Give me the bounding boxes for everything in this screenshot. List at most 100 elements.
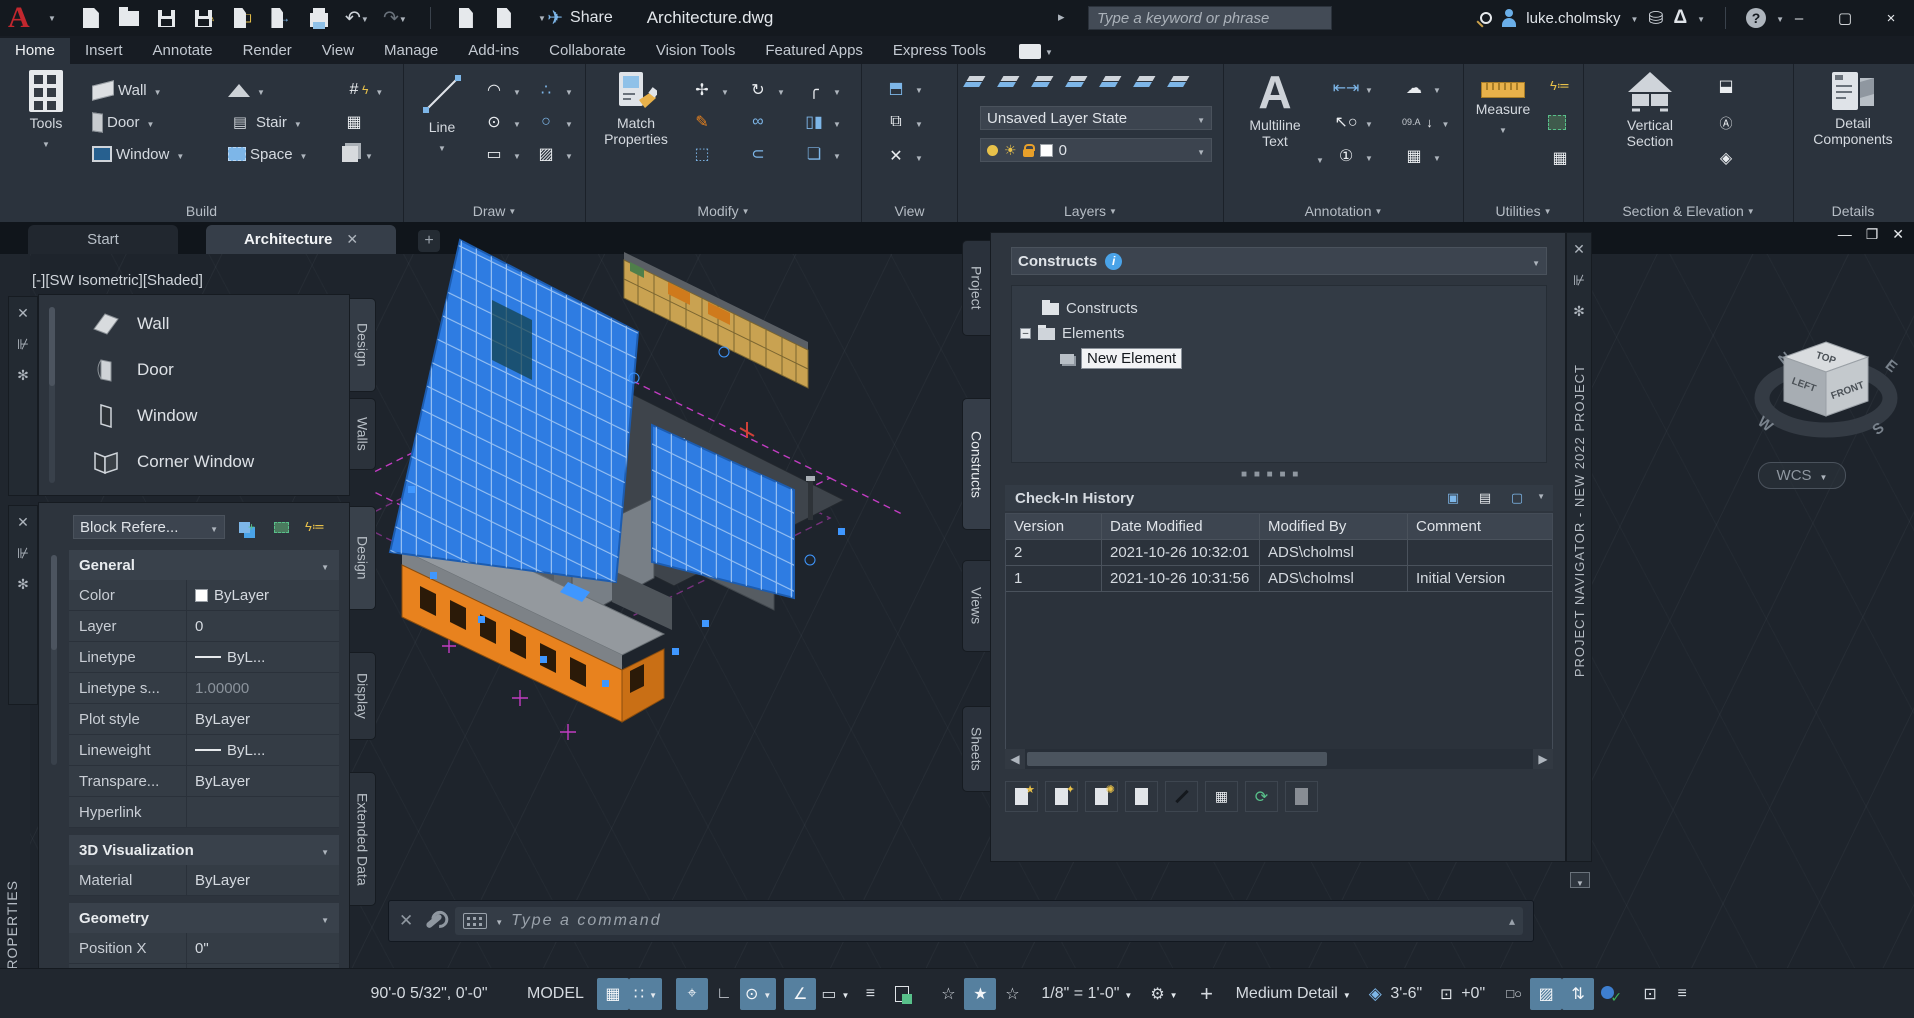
stretch-button[interactable]: ⊂ (746, 140, 770, 168)
app-menu-caret-icon[interactable] (48, 13, 56, 23)
ellipse-button[interactable]: ○ (534, 108, 573, 136)
ribbon-tab-manage[interactable]: Manage (369, 38, 453, 64)
object-snap-toggle[interactable]: ★ (964, 977, 997, 1010)
layer-freeze-icon[interactable] (1068, 76, 1090, 90)
quick-select-icon[interactable] (269, 515, 293, 539)
view-pan-button[interactable]: ✕ (884, 142, 923, 170)
properties-tab-display[interactable]: Display (350, 652, 376, 740)
col-date-modified[interactable]: Date Modified (1102, 514, 1260, 540)
arc-button[interactable]: ◠ (482, 76, 521, 104)
ribbon-tab-home[interactable]: Home (0, 38, 71, 64)
workspace-gear-button[interactable]: ⚙ (1145, 978, 1182, 1010)
ribbon-tab-featured-apps[interactable]: Featured Apps (750, 38, 878, 64)
scroll-left-icon[interactable]: ◀ (1005, 749, 1025, 769)
hatch-button[interactable]: ▨ (534, 140, 573, 168)
new-element-name-edit[interactable]: New Element (1081, 348, 1183, 369)
3d-osnap-toggle[interactable]: ☆ (996, 978, 1028, 1010)
ribbon-display-toggle[interactable] (1019, 42, 1053, 60)
command-input-box[interactable]: ▴ (455, 907, 1523, 935)
tree-node-new-element[interactable]: New Element (1012, 346, 1546, 371)
circle-button[interactable]: ⊙ (482, 108, 521, 136)
user-menu-caret[interactable] (1630, 9, 1638, 27)
open-drawing-button[interactable] (1125, 781, 1158, 812)
tool-palette-tab-design[interactable]: Design (350, 298, 376, 392)
hatch-background-toggle[interactable]: ▨ (1530, 977, 1563, 1010)
properties-scrollbar[interactable] (51, 555, 57, 765)
title-expand-arrow-icon[interactable]: ▸ (1058, 9, 1065, 25)
revision-cloud-button[interactable]: ☁ (1402, 74, 1441, 102)
redo-button[interactable]: ↷ (382, 5, 408, 31)
autodesk-logo-icon[interactable]: Δ (1674, 7, 1688, 29)
panel-label-modify[interactable]: Modify (586, 200, 861, 222)
history-menu-caret[interactable] (1537, 486, 1545, 510)
history-details-icon[interactable]: ▤ (1473, 486, 1497, 510)
dynamic-input-toggle[interactable]: ⌖ (676, 977, 709, 1010)
model-space-button[interactable]: MODEL (522, 978, 589, 1010)
prop-row-linetype-scale[interactable]: Linetype s... 1.00000 (69, 673, 339, 704)
select-window-button[interactable] (1548, 108, 1566, 136)
recent-commands-caret[interactable] (495, 912, 503, 930)
prop-row-color[interactable]: Color ByLayer (69, 580, 339, 611)
prop-row-lineweight[interactable]: Lineweight ByL... (69, 735, 339, 766)
maximize-button[interactable]: ▢ (1822, 0, 1868, 36)
layer-isolate-icon[interactable] (1170, 76, 1192, 90)
multiline-text-button[interactable]: A Multiline Text (1238, 69, 1312, 149)
elevation-symbol-button[interactable]: ◈ (1714, 144, 1738, 172)
navigator-tab-project[interactable]: Project (962, 240, 990, 336)
tool-window[interactable]: Window (63, 393, 345, 439)
isometric-drafting-toggle[interactable]: ∠ (784, 977, 817, 1010)
command-close-icon[interactable]: ✕ (399, 911, 413, 931)
panel-label-details[interactable]: Details (1794, 200, 1912, 222)
isolate-objects-button[interactable]: □○ (1498, 978, 1530, 1010)
prop-row-linetype[interactable]: Linetype ByL... (69, 642, 339, 673)
autocad-app-menu[interactable]: A (8, 1, 38, 34)
minimize-button[interactable]: – (1776, 0, 1822, 36)
panel-label-utilities[interactable]: Utilities (1464, 200, 1583, 222)
tool-corner-window[interactable]: Corner Window (63, 439, 345, 485)
ribbon-tab-vision-tools[interactable]: Vision Tools (641, 38, 751, 64)
space-button[interactable]: Space (228, 140, 307, 168)
command-customize-wrench-icon[interactable] (425, 912, 444, 930)
navigator-autohide-icon[interactable]: ⊮ (1573, 272, 1585, 289)
save-to-mobile-button[interactable]: ❏ (230, 5, 256, 31)
history-hscrollbar[interactable]: ◀ ▶ (1005, 749, 1553, 769)
elevation-button[interactable]: ⊡ +0" (1435, 978, 1490, 1010)
view-cube-tool-button[interactable]: ⬒ (884, 74, 923, 102)
username[interactable]: luke.cholmsky (1526, 10, 1620, 27)
navigator-close-icon[interactable]: ✕ (1573, 241, 1585, 258)
command-history-caret-icon[interactable]: ▴ (1509, 914, 1515, 928)
curtain-wall-left[interactable] (388, 238, 640, 584)
ribbon-tab-express-tools[interactable]: Express Tools (878, 38, 1001, 64)
tab-close-icon[interactable]: ✕ (346, 231, 358, 248)
section-geometry[interactable]: Geometry (69, 903, 339, 933)
move-button[interactable]: ✢ (690, 76, 729, 104)
panel-label-view[interactable]: View (862, 200, 957, 222)
ribbon-tab-annotate[interactable]: Annotate (138, 38, 228, 64)
crosshair-button[interactable]: + (1191, 978, 1223, 1010)
help-search[interactable] (1088, 6, 1332, 30)
new-file-button[interactable] (78, 5, 104, 31)
new-construct-button[interactable]: ✺ (1085, 781, 1118, 812)
prop-row-transparency[interactable]: Transpare... ByLayer (69, 766, 339, 797)
mtext-caret[interactable] (1316, 150, 1324, 168)
ribbon-tab-collaborate[interactable]: Collaborate (534, 38, 641, 64)
transparency-toggle[interactable] (886, 978, 918, 1010)
osnap-tracking-star[interactable]: ☆ (932, 978, 964, 1010)
snap-toggle[interactable]: ∷ (628, 977, 663, 1010)
wcs-selector[interactable]: WCS (1758, 462, 1846, 489)
tree-node-constructs[interactable]: Constructs (1012, 296, 1546, 321)
view-circles-button[interactable]: ⧉ (884, 108, 923, 136)
layer-state-combo[interactable]: Unsaved Layer State (980, 106, 1212, 130)
navigator-tab-views[interactable]: Views (962, 560, 990, 652)
compass-e[interactable]: E (1882, 356, 1900, 376)
mirror-button[interactable]: ▯▮ (802, 108, 841, 136)
repath-refresh-button[interactable]: ⟳ (1245, 781, 1278, 812)
file-tab-architecture[interactable]: Architecture ✕ (206, 225, 396, 254)
layer-undo-icon[interactable] (1136, 76, 1158, 90)
properties-tab-extended-data[interactable]: Extended Data (350, 772, 376, 906)
line-button[interactable]: Line (414, 70, 470, 154)
viewcube-cube[interactable]: TOP LEFT FRONT (1782, 341, 1870, 417)
prop-row-position-x[interactable]: Position X 0" (69, 933, 339, 964)
col-comment[interactable]: Comment (1408, 514, 1552, 540)
new-category-button[interactable]: ★ (1005, 781, 1038, 812)
